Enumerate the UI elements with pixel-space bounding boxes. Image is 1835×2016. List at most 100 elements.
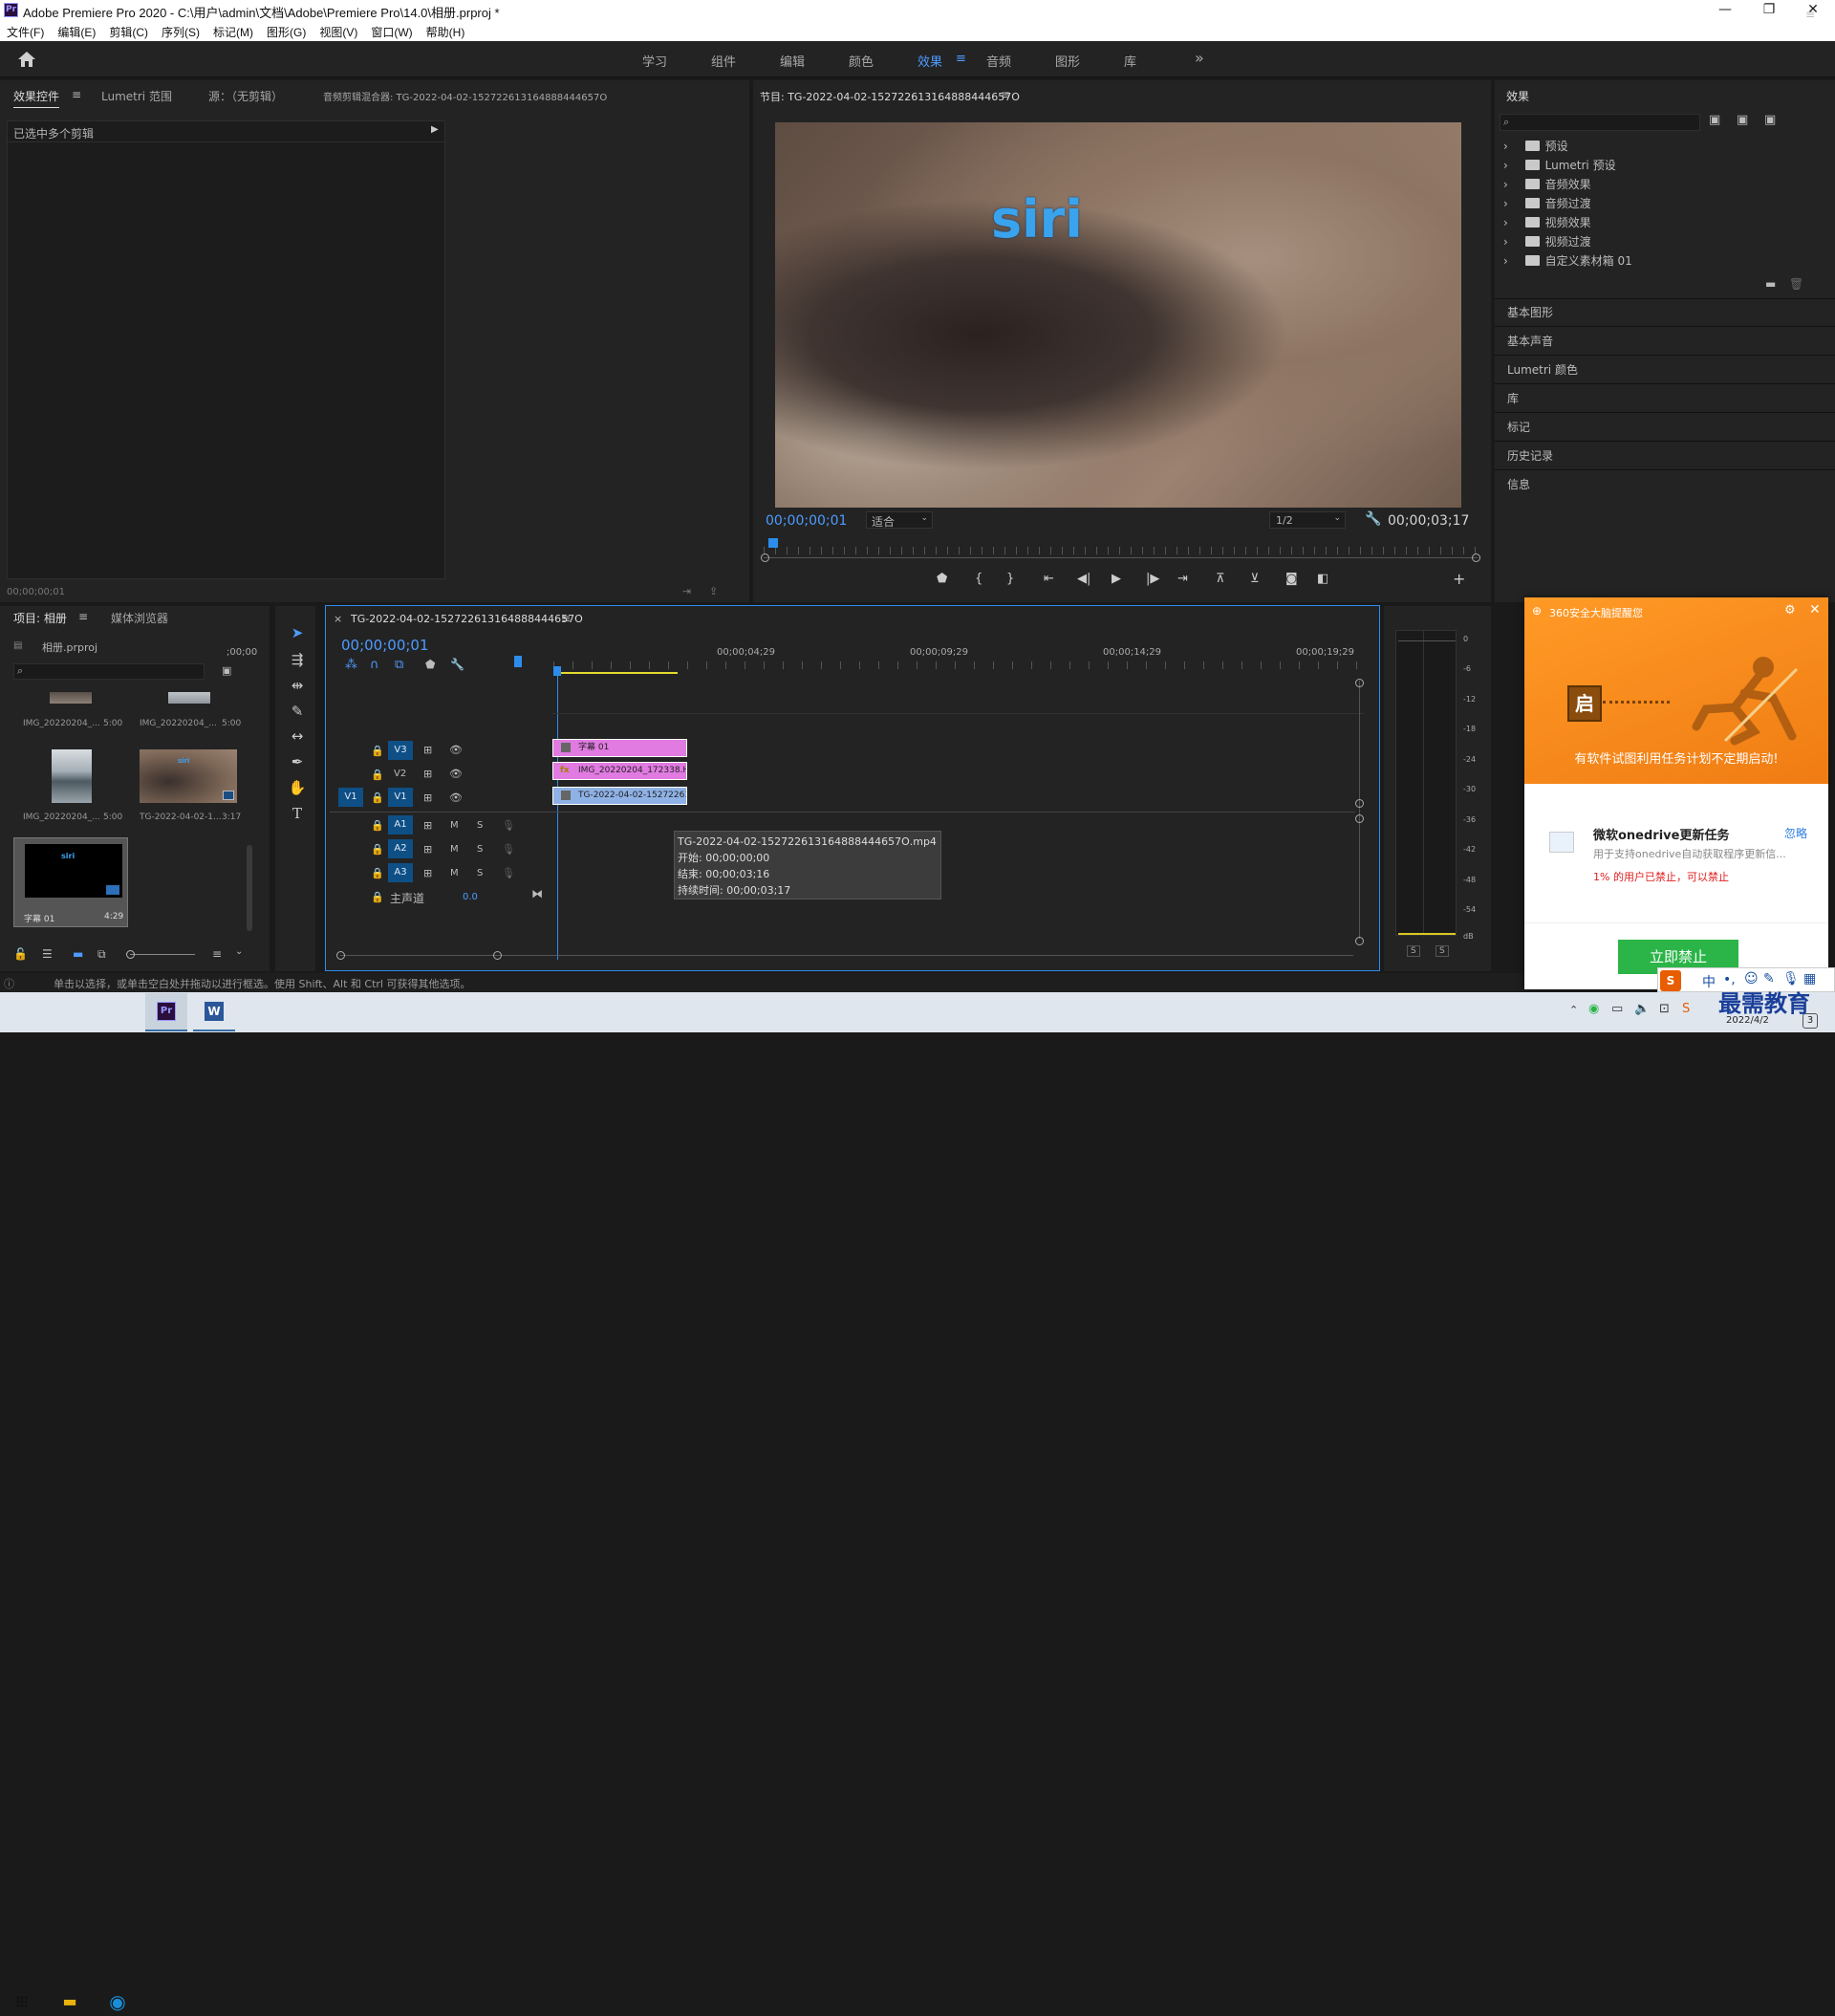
freeform-view-icon[interactable]: ⧉ [97,947,106,962]
panel-info[interactable]: 信息 [1507,476,1530,492]
lock-icon[interactable]: 🔒 [371,769,384,781]
clip-img-v2[interactable]: fx IMG_20220204_172338.H [552,762,687,780]
h-zoom-handle-right[interactable] [493,951,502,960]
taskbar-word[interactable]: W [193,993,235,1031]
minimize-button[interactable]: — [1703,0,1747,21]
timeline-settings-icon[interactable]: 🔧 [450,658,464,671]
accelerated-effects-icon[interactable]: ▣ [1709,113,1720,127]
tab-source[interactable]: 源：（无剪辑） [208,88,283,104]
file-explorer-icon[interactable]: ▬ [55,1987,84,2016]
list-view-icon[interactable]: ☰ [42,947,53,961]
zoom-slider[interactable] [130,954,195,955]
program-ruler[interactable] [764,547,1478,554]
project-search-input[interactable]: ⌕ [13,663,205,680]
ignore-link[interactable]: 忽略 [1784,825,1807,841]
workspace-editing[interactable]: 编辑 [780,52,805,70]
effects-menu-icon[interactable]: ≡ [1805,8,1815,21]
workspace-assembly[interactable]: 组件 [711,52,736,70]
solo-right-button[interactable]: S [1436,945,1449,957]
track-v2-label[interactable]: V2 [394,769,406,779]
sogou-logo-icon[interactable]: S [1660,970,1681,991]
extract-icon[interactable]: ⊻ [1250,572,1260,586]
thumbnail-sequence[interactable]: siri [140,749,237,803]
export-frame-camera-icon[interactable]: ◙ [1285,572,1298,586]
menu-view[interactable]: 视图(V) [313,21,364,43]
selected-item-title[interactable]: siri 字幕 01 4:29 [13,837,128,927]
h-zoom-handle-left[interactable] [336,951,345,960]
mute-button[interactable]: M [450,868,459,878]
play-only-audio-icon[interactable]: ⇥ [682,585,691,597]
menu-window[interactable]: 窗口(W) [364,21,419,43]
horizontal-zoom-bar[interactable] [340,955,1353,956]
track-v1-label[interactable]: V1 [388,788,413,807]
linked-selection-icon[interactable]: ⧉ [395,658,403,672]
panel-menu-icon[interactable]: ≡ [72,88,81,101]
v-zoom-handle[interactable] [1355,799,1364,808]
program-zoom-bar[interactable] [764,557,1478,558]
thumbnail-img-3[interactable] [52,749,92,803]
voiceover-mic-icon[interactable]: 🎙 [502,843,515,856]
ripple-edit-tool-icon[interactable]: ⇹ [287,675,308,696]
step-forward-icon[interactable]: |▶ [1146,572,1159,586]
toggle-output-eye-icon[interactable]: 👁 [449,744,463,756]
thumbnail-img-1[interactable] [50,692,92,704]
menu-help[interactable]: 帮助(H) [420,21,472,43]
play-icon[interactable]: ▶ [1112,572,1121,586]
workspace-audio[interactable]: 音频 [986,52,1011,70]
menu-clip[interactable]: 剪辑(C) [102,21,155,43]
v-zoom-handle[interactable] [1355,679,1364,687]
pen-tool-icon[interactable]: ✒ [287,751,308,772]
project-scrollbar[interactable] [247,845,252,931]
ime-chinese-mode[interactable]: 中 [1702,972,1716,991]
360-tray-icon[interactable]: ◉ [1588,1002,1599,1016]
menu-graphics[interactable]: 图形(G) [260,21,313,43]
mute-button[interactable]: M [450,844,459,855]
lock-icon[interactable]: 🔒 [371,891,384,903]
lift-icon[interactable]: ⊼ [1216,572,1225,586]
tab-lumetri-scopes[interactable]: Lumetri 范围 [101,88,172,104]
mute-button[interactable]: M [450,820,459,831]
effects-folder-video-transitions[interactable]: › 视频过渡 [1503,233,1591,249]
button-editor-plus-icon[interactable]: + [1453,570,1465,588]
new-bin-icon[interactable]: ▬ [1765,277,1776,291]
a-zoom-handle[interactable] [1355,814,1364,823]
32bit-effects-icon[interactable]: ▣ [1737,113,1748,127]
add-marker-icon[interactable]: ⬟ [425,658,435,671]
track-a1-label[interactable]: A1 [388,815,413,835]
tab-project[interactable]: 项目: 相册 [13,610,67,626]
vertical-zoom-bar[interactable] [1359,681,1360,939]
effects-folder-lumetri-presets[interactable]: › Lumetri 预设 [1503,157,1616,173]
timeline-timecode[interactable]: 00;00;00;01 [341,637,429,654]
step-back-icon[interactable]: ◀| [1077,572,1090,586]
zoom-handle-right[interactable] [1472,553,1480,562]
track-a3-label[interactable]: A3 [388,863,413,882]
expand-arrow-icon[interactable]: ▶ [431,124,439,135]
sync-lock-icon[interactable]: ⊞ [423,791,432,804]
voiceover-mic-icon[interactable]: 🎙 [502,819,515,832]
track-a2-label[interactable]: A2 [388,839,413,858]
solo-left-button[interactable]: S [1407,945,1420,957]
timeline-ruler[interactable] [553,661,1364,669]
panel-history[interactable]: 历史记录 [1507,447,1553,464]
slip-tool-icon[interactable]: ↔ [287,726,308,747]
lock-icon[interactable]: 🔒 [371,791,384,804]
work-area-bar[interactable] [553,672,678,674]
effects-folder-presets[interactable]: › 预设 [1503,138,1568,154]
menu-file[interactable]: 文件(F) [0,21,51,43]
menu-markers[interactable]: 标记(M) [206,21,260,43]
panel-essential-graphics[interactable]: 基本图形 [1507,304,1553,320]
go-to-end-icon[interactable]: ⧓ [531,887,543,900]
lock-icon[interactable]: 🔓 [13,947,28,961]
popup-settings-icon[interactable]: ⚙ [1784,603,1796,618]
workspace-graphics[interactable]: 图形 [1055,52,1080,70]
program-monitor-title[interactable]: 节目: TG-2022-04-02-152722613164888444657О [760,89,1020,104]
mark-in-icon[interactable]: { [975,572,982,586]
nest-icon[interactable]: ⁂ [345,658,357,672]
lock-icon[interactable]: 🔒 [371,867,384,879]
windows-start-icon[interactable]: ⊞ [8,1987,36,2016]
sync-lock-icon[interactable]: ⊞ [423,744,432,756]
taskbar-premiere[interactable]: Pr [145,993,187,1031]
effects-folder-audio-transitions[interactable]: › 音频过渡 [1503,195,1591,211]
voiceover-mic-icon[interactable]: 🎙 [502,867,515,879]
go-to-in-icon[interactable]: ⇤ [1044,572,1054,586]
